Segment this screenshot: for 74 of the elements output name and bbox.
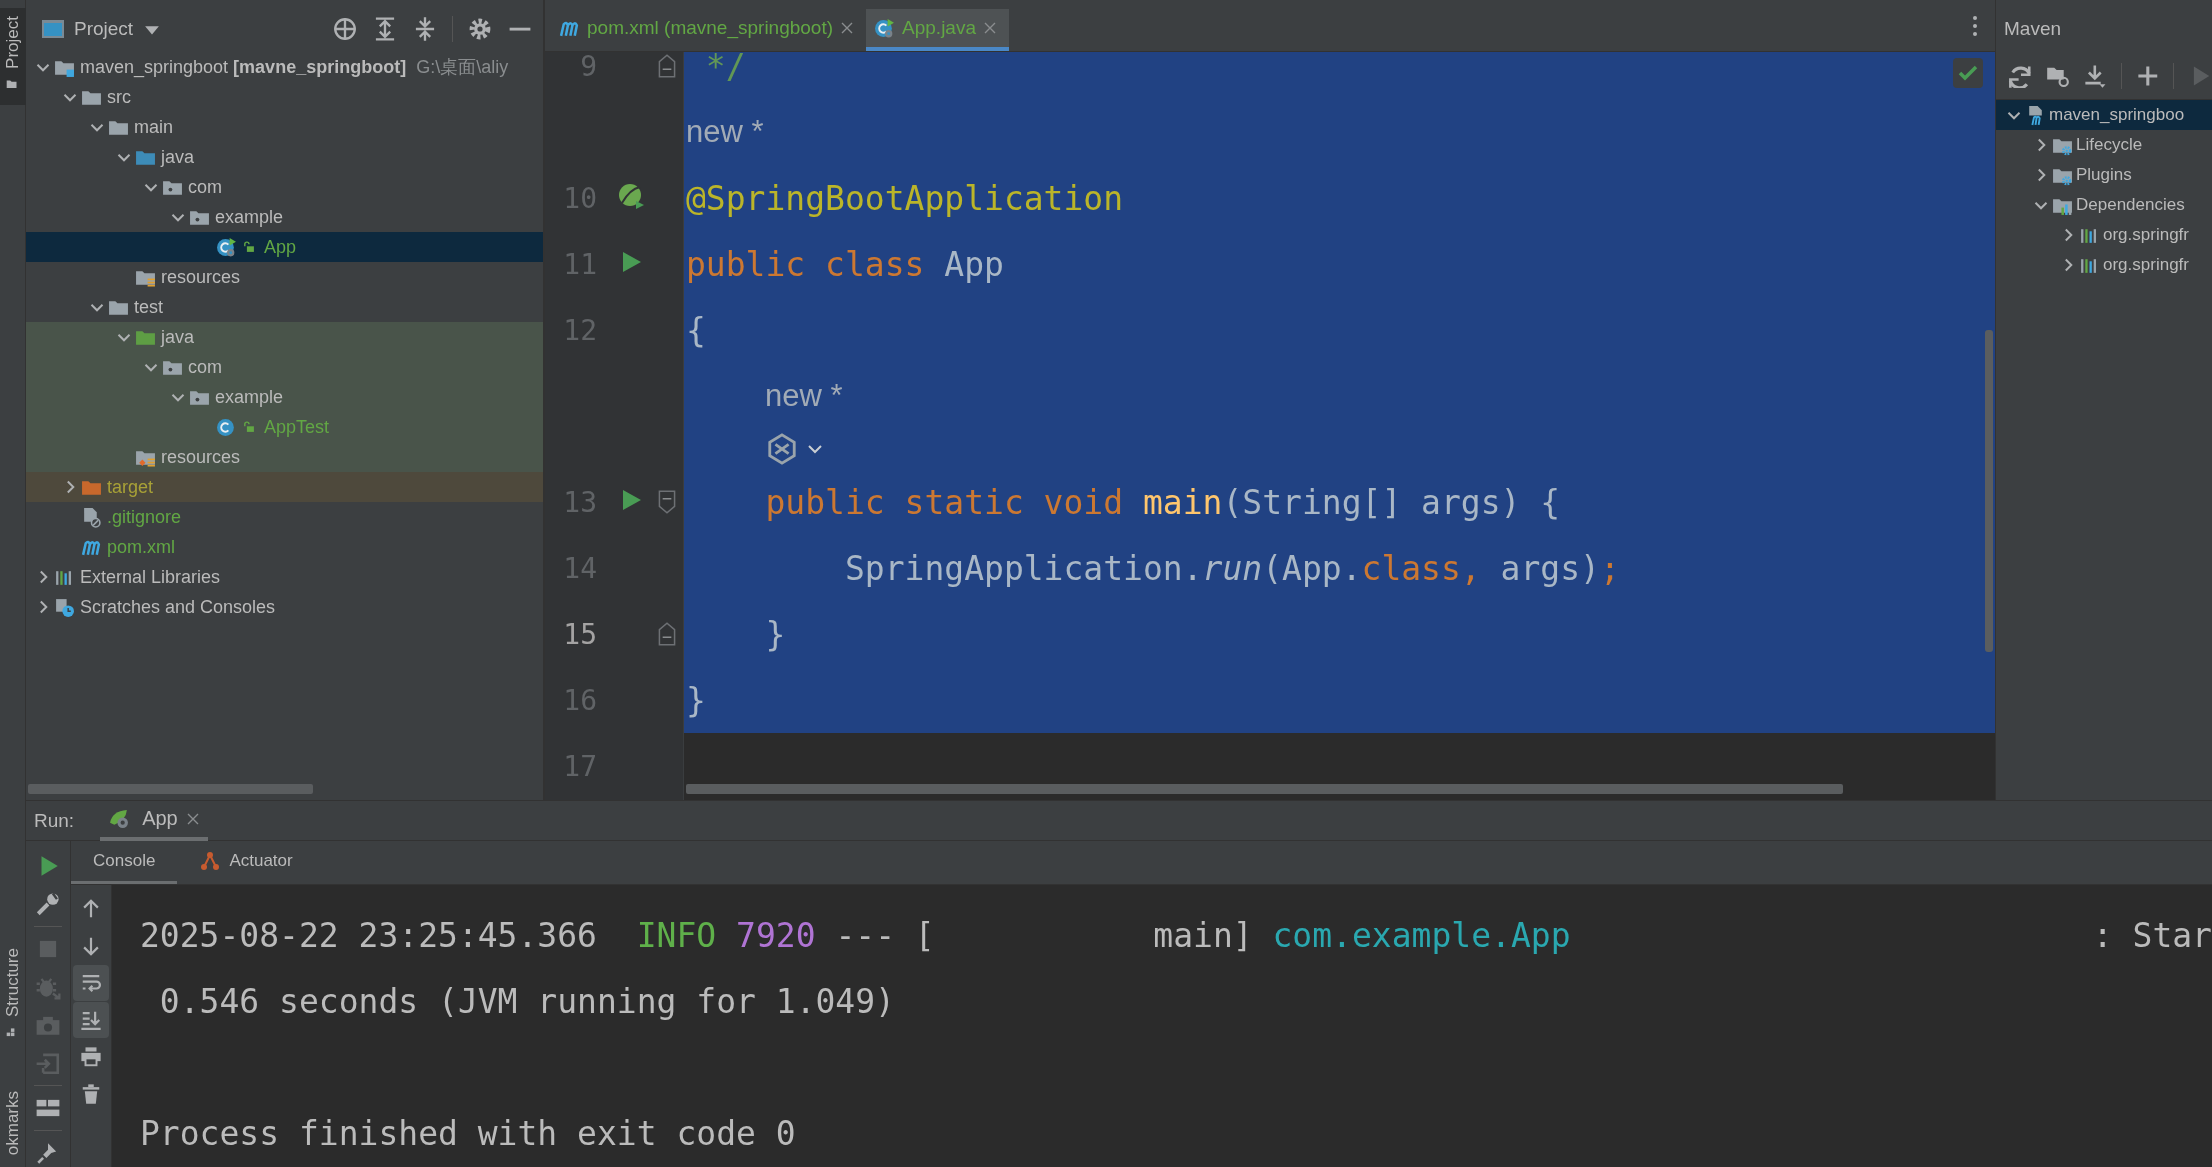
code-line: } [685,680,706,720]
inlay-hint[interactable]: new * [684,114,764,150]
actuator-icon [199,850,222,872]
tree-item[interactable]: java [161,146,195,168]
panel-icon [40,18,66,40]
download-icon[interactable] [2083,63,2107,88]
fold-marker-icon[interactable] [657,621,677,647]
checkmark-icon[interactable] [1953,58,1983,88]
close-icon[interactable] [185,811,200,826]
tree-item[interactable]: example [215,386,284,408]
tree-item[interactable]: Scratches and Consoles [80,596,276,618]
panel-title[interactable]: Project [74,18,134,40]
ignore-file-icon [81,506,102,528]
tree-item[interactable]: com [188,356,222,378]
code-line: @SpringBootApplication [685,178,1124,218]
editor-tab[interactable]: pom.xml (mavne_springboot) [551,9,867,51]
tree-item[interactable]: test [134,296,163,318]
tree-item[interactable]: java [161,326,195,348]
console-line: Process finished with exit code 0 [140,1112,797,1155]
code-line: public class App [685,244,1004,284]
run-tab[interactable]: App [100,800,208,841]
bean-icon[interactable] [616,181,646,211]
lock-icon [242,239,256,255]
locate-icon[interactable] [332,16,358,42]
console-tab[interactable]: Actuator [177,841,315,884]
code-line: { [685,310,706,350]
tree-item[interactable]: org.springfr [2103,225,2189,245]
tree-item[interactable]: src [107,86,131,108]
tree-item[interactable]: External Libraries [80,566,221,588]
close-icon[interactable] [840,21,855,35]
tree-item[interactable]: App [264,236,297,258]
tree-item[interactable]: resources [161,266,241,288]
scratch-icon [54,596,75,618]
run-label: Run: [34,809,75,832]
path-hint: G:\桌面\aliy [416,56,509,79]
line-number: 15 [562,617,597,651]
lock-icon [242,419,256,435]
scroll-to-end-icon[interactable] [73,1002,109,1038]
tree-item[interactable]: example [215,206,284,228]
tree-item[interactable]: Lifecycle [2076,135,2143,155]
class-icon [874,17,896,39]
inlay-hint[interactable]: new * [763,378,843,414]
console-line: 2025-08-22 23:25:45.366 INFO 7920 --- [ main] com.example.App : Star [140,914,2212,957]
tree-item[interactable]: org.springfr [2103,255,2189,275]
fold-marker-icon[interactable] [657,489,677,515]
class-icon [216,416,237,438]
code-line: public static void main(String[] args) { [764,482,1561,522]
fold-marker-icon[interactable] [657,53,677,79]
class-icon [216,236,237,258]
soft-wrap-icon[interactable] [73,965,109,1001]
more-options-icon[interactable] [1971,13,1979,38]
tree-item[interactable]: resources [161,446,241,468]
tree-item[interactable]: maven_springboo [2049,105,2185,125]
panel-title: Maven [2004,18,2062,40]
settings-icon[interactable] [467,16,493,42]
scrollbar[interactable] [686,784,1843,794]
scrollbar[interactable] [1985,330,1993,652]
tree-item[interactable]: main [134,116,173,138]
tree-item[interactable]: Dependencies [2076,195,2185,215]
assistant-icon[interactable] [765,433,799,465]
console-line: 0.546 seconds (JVM running for 1.049) [158,980,896,1023]
code-line: */ [704,52,746,86]
tree-item[interactable]: pom.xml [107,536,175,558]
tool-window-tab[interactable]: okmarks [2,1090,23,1155]
tree-item[interactable]: com [188,176,222,198]
tree-item[interactable]: .gitignore [107,506,182,528]
tool-window-tab[interactable]: Structure [2,947,23,1017]
code-line: } [764,614,786,654]
tree-item[interactable]: maven_springboot [mavne_springboot] [80,56,407,78]
code-line: SpringApplication.run(App.class, args); [843,548,1620,588]
scrollbar[interactable] [28,784,313,794]
tree-item[interactable]: Plugins [2076,165,2132,185]
leaf-gear-icon [108,808,130,829]
tree-item[interactable]: target [107,476,154,498]
